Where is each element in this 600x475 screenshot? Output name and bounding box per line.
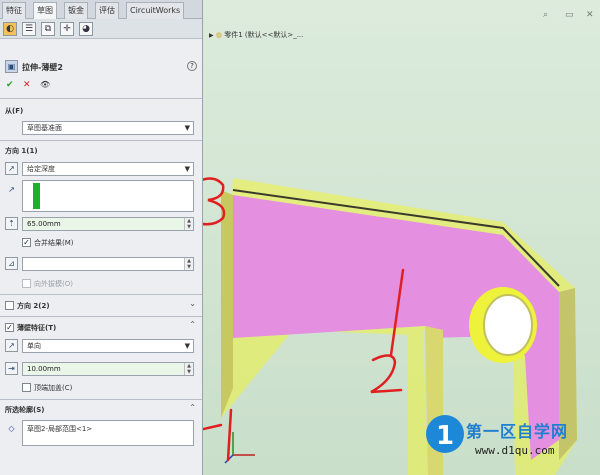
divider [0,98,202,99]
merge-result-checkbox[interactable]: ✓ [22,238,31,247]
watermark-text: 第一区自学网 [466,422,569,441]
command-tabs: 特征 草图 钣金 评估 CircuitWorks [0,0,202,19]
depth-input[interactable]: 65.00mm ▲ ▼ [22,217,194,231]
left-wall [221,190,233,418]
depth-value: 65.00mm [27,220,61,228]
feature-manager-icon[interactable]: ◐ [3,22,17,36]
display-manager-icon[interactable]: ◕ [79,22,93,36]
collapse-icon[interactable]: ⌃ [189,320,196,329]
watermark-url: www.d1qu.com [475,444,555,457]
annotation-two-digit [370,354,403,394]
property-manager: 特征 草图 钣金 评估 CircuitWorks ◐ ☰ ⧉ ✛ ◕ ▣ 拉伸-… [0,0,203,475]
contour-icon: ◇ [8,424,15,433]
thickness-spinner[interactable]: ▲ ▼ [184,363,193,375]
divider [0,316,202,317]
expand-icon[interactable]: ⌄ [189,299,196,308]
annotation-one-arrow [203,423,223,431]
property-manager-icon[interactable]: ☰ [22,22,36,36]
thickness-icon: ⇥ [5,362,18,375]
end-condition-value: 给定深度 [27,165,55,173]
cap-ends-label: 顶端加盖(C) [34,384,73,392]
extrude-feature-icon: ▣ [5,60,18,73]
site-logo: 1 [426,415,464,453]
thin-feature-checkbox[interactable]: ✓ [5,323,14,332]
thin-type-select[interactable]: 单向 ▼ [22,339,194,353]
direction2-checkbox[interactable] [5,301,14,310]
hole-inner [483,294,533,356]
chevron-down-icon: ▼ [184,342,190,350]
cancel-icon[interactable]: ✕ [23,80,31,90]
selected-contours-section-title: 所选轮廓(S) [5,406,45,414]
merge-result-label: 合并结果(M) [34,239,74,247]
direction2-section-title: 方向 2(2) [17,302,50,310]
chevron-down-icon: ▼ [184,124,190,132]
help-icon[interactable]: ? [187,61,197,71]
tab-circuitworks[interactable]: CircuitWorks [126,2,185,19]
divider [0,140,202,141]
draft-spinner[interactable]: ▲ ▼ [184,258,193,270]
tab-sketch[interactable]: 草图 [33,2,57,19]
configuration-manager-icon[interactable]: ⧉ [41,22,55,36]
from-section-title: 从(F) [5,107,24,115]
graphics-area[interactable]: ▶ ◍ 零件1 (默认<<默认>_... ⌕ ▭ ✕ 1 第一区自学网 www.… [203,0,600,475]
end-condition-select[interactable]: 给定深度 ▼ [22,162,194,176]
selected-contours-list[interactable]: 草图2-局部范围<1> [22,420,194,446]
preview-icon[interactable]: 👁 [40,80,50,89]
svg-text:1: 1 [436,421,454,451]
divider [0,294,202,295]
collapse-icon[interactable]: ⌃ [189,403,196,412]
divider [0,399,202,400]
thin-feature-section-title: 薄壁特征(T) [17,324,57,332]
thickness-input[interactable]: 10.00mm ▲ ▼ [22,362,194,376]
selection-indicator [33,183,40,209]
from-select[interactable]: 草图基准面 ▼ [22,121,194,135]
direction1-section-title: 方向 1(1) [5,147,38,155]
draft-icon[interactable]: ⊿ [5,257,18,270]
thickness-value: 10.00mm [27,365,61,373]
manager-icon-row: ◐ ☰ ⧉ ✛ ◕ [0,19,202,39]
tab-features[interactable]: 特征 [2,2,26,19]
direction-vector-icon: ↗ [8,185,15,194]
chevron-down-icon: ▼ [184,165,190,173]
thin-type-value: 单向 [27,342,41,350]
direction-selection-box[interactable] [22,180,194,212]
dimxpert-icon[interactable]: ✛ [60,22,74,36]
tab-evaluate[interactable]: 评估 [95,2,119,19]
draft-outward-label: 向外拔模(O) [34,280,73,288]
draft-outward-checkbox[interactable] [22,279,31,288]
annotation-three-digit [203,177,226,226]
reverse-thickness-icon[interactable]: ↗ [5,339,18,352]
draft-angle-input[interactable]: ▲ ▼ [22,257,194,271]
part-viewport [203,177,577,475]
cap-ends-checkbox[interactable] [22,383,31,392]
feature-title: 拉伸-薄壁2 [22,63,63,72]
annotation-one-digit [226,408,233,462]
ok-icon[interactable]: ✔ [6,80,14,90]
tab-sheet-metal[interactable]: 钣金 [64,2,88,19]
from-select-value: 草图基准面 [27,124,62,132]
reverse-direction-icon[interactable]: ↗ [5,162,18,175]
selected-contour-item[interactable]: 草图2-局部范围<1> [27,424,92,434]
depth-icon: ⇡ [5,217,18,230]
depth-spinner[interactable]: ▲ ▼ [184,218,193,230]
